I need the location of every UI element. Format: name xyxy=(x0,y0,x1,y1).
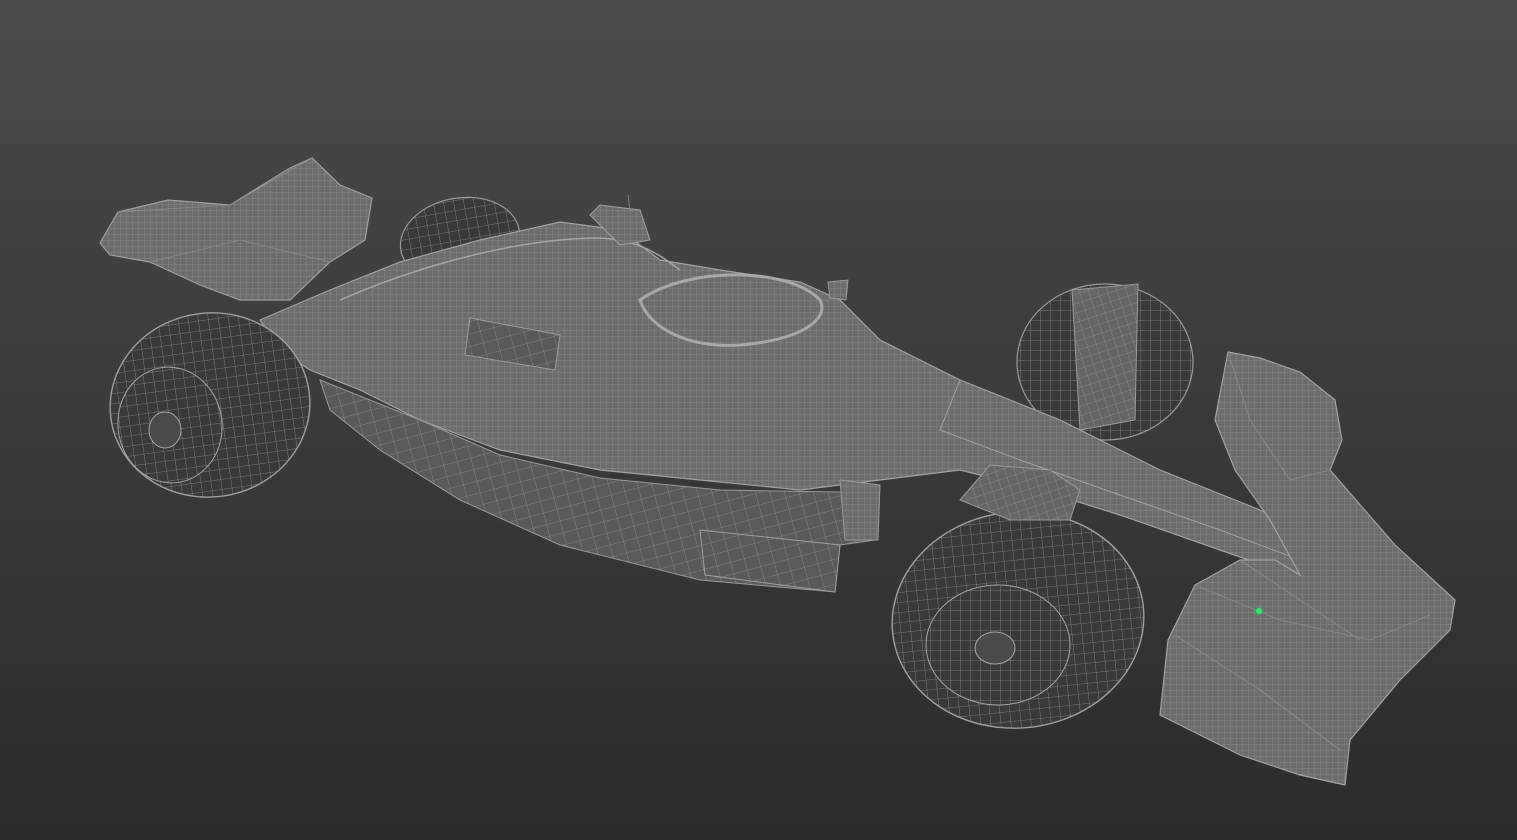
rear-wing[interactable] xyxy=(99,157,373,301)
3d-viewport[interactable] xyxy=(0,0,1517,840)
front-wing[interactable] xyxy=(1159,351,1456,786)
pivot-marker xyxy=(1256,608,1262,614)
car-wireframe-model[interactable] xyxy=(0,0,1517,840)
